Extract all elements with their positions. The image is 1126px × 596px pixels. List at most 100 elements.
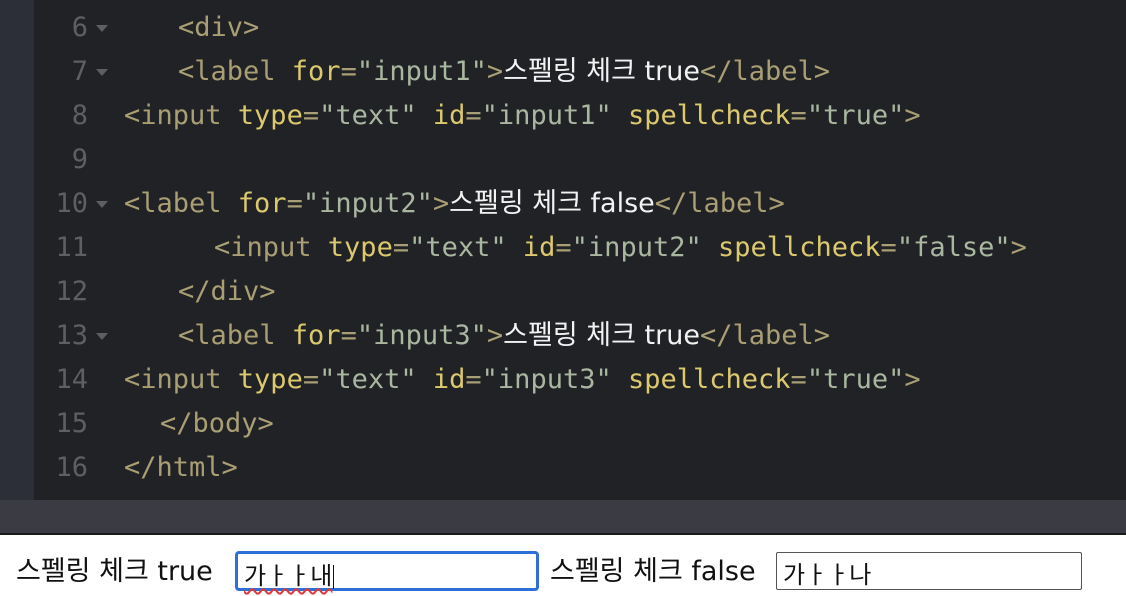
code-token: "input1" — [481, 100, 628, 131]
code-token: > — [1010, 232, 1027, 263]
code-token: > — [904, 364, 921, 395]
code-token: 스펠링 체크 false — [449, 188, 655, 219]
code-editor[interactable]: 6 <div> 7 <label for="input1">스펠링 체크 true</… — [0, 0, 1126, 500]
code-token: type — [327, 232, 393, 263]
code-token: = — [465, 100, 482, 131]
line-number: 11 — [55, 232, 88, 263]
code-token: "input1" — [356, 56, 487, 87]
line-number: 13 — [55, 320, 88, 351]
code-token: "true" — [806, 364, 905, 395]
code-content: <label for="input1">스펠링 체크 true</label> — [178, 50, 830, 94]
code-token: id — [432, 364, 466, 395]
code-token: <label — [124, 188, 238, 219]
line-number: 16 — [55, 452, 88, 483]
line-number: 10 — [55, 188, 88, 219]
code-token: type — [237, 100, 303, 131]
code-token: = — [465, 364, 482, 395]
fold-arrow-icon[interactable] — [94, 182, 110, 226]
code-token: "true" — [806, 100, 905, 131]
line-number: 14 — [55, 364, 88, 395]
code-token: type — [237, 364, 303, 395]
code-token: = — [555, 232, 572, 263]
editor-left-gutter — [0, 0, 34, 500]
code-line[interactable]: 10 <label for="input2">스펠링 체크 false</labe… — [34, 182, 1126, 226]
code-token: "input2" — [302, 188, 433, 219]
code-token: </label> — [699, 56, 830, 87]
code-token: "input3" — [356, 320, 487, 351]
code-token: for — [291, 56, 341, 87]
code-token: "text" — [319, 364, 433, 395]
fold-arrow-icon[interactable] — [94, 6, 110, 50]
code-token: </label> — [654, 188, 785, 219]
line-number: 12 — [55, 276, 88, 307]
code-token: <input — [124, 100, 238, 131]
code-content: <label for="input3">스펠링 체크 true</label> — [178, 314, 830, 358]
fold-arrow-icon[interactable] — [94, 50, 110, 94]
code-token: > — [904, 100, 921, 131]
code-token: </div> — [178, 276, 276, 307]
label-input2[interactable]: 스펠링 체크 false — [550, 549, 756, 588]
code-token: = — [302, 100, 320, 131]
input1-field[interactable]: 가ㅏㅏ내 — [236, 552, 538, 590]
text-caret — [333, 565, 335, 589]
line-number: 8 — [71, 100, 88, 131]
code-line[interactable]: 7 <label for="input1">스펠링 체크 true</label> — [34, 50, 1126, 94]
input2-field[interactable]: 가ㅏㅏ나 — [776, 552, 1082, 590]
code-content: <input type="text" id="input1" spellchec… — [124, 94, 921, 138]
code-token: > — [486, 56, 504, 87]
code-token: <input — [214, 232, 328, 263]
code-token: 스펠링 체크 true — [503, 56, 700, 87]
code-token: id — [522, 232, 556, 263]
code-token: "false" — [896, 232, 1011, 263]
code-line[interactable]: 16 </html> — [34, 446, 1126, 490]
code-content: <label for="input2">스펠링 체크 false</label> — [124, 182, 785, 226]
code-token: = — [880, 232, 897, 263]
line-number: 7 — [71, 56, 88, 87]
code-token: spellcheck — [627, 364, 791, 395]
code-token: spellcheck — [717, 232, 881, 263]
code-token: 스펠링 체크 true — [503, 320, 700, 351]
fold-arrow-icon[interactable] — [94, 314, 110, 358]
code-line[interactable]: 9 — [34, 138, 1126, 182]
code-line[interactable]: 8 <input type="text" id="input1" spellche… — [34, 94, 1126, 138]
code-content: </body> — [160, 402, 274, 446]
label-input1[interactable]: 스펠링 체크 true — [16, 549, 213, 588]
code-content: <input type="text" id="input3" spellchec… — [124, 358, 921, 402]
code-token: "text" — [319, 100, 433, 131]
preview-pane: 스펠링 체크 true 가ㅏㅏ내 스펠링 체크 false 가ㅏㅏ나 — [0, 535, 1126, 596]
code-token: "input2" — [571, 232, 718, 263]
code-token: <input — [124, 364, 238, 395]
code-token: </html> — [124, 452, 238, 483]
editor-bottom-bar — [0, 500, 1126, 534]
code-line[interactable]: 12 </div> — [34, 270, 1126, 314]
code-token: = — [340, 320, 357, 351]
code-content: <div> — [178, 6, 259, 50]
code-token: = — [286, 188, 303, 219]
code-token: for — [237, 188, 287, 219]
code-token: = — [302, 364, 320, 395]
input2-value: 가ㅏㅏ나 — [783, 561, 872, 589]
code-line[interactable]: 11 <input type="text" id="input2" spellch… — [34, 226, 1126, 270]
line-number: 9 — [71, 144, 88, 175]
code-line[interactable]: 15 </body> — [34, 402, 1126, 446]
code-content: </html> — [124, 446, 238, 490]
code-token: > — [486, 320, 504, 351]
code-token: <label — [178, 320, 292, 351]
code-token: </label> — [699, 320, 830, 351]
code-token: = — [392, 232, 410, 263]
code-line[interactable]: 14 <input type="text" id="input3" spellch… — [34, 358, 1126, 402]
code-content: </div> — [178, 270, 276, 314]
code-token: for — [291, 320, 341, 351]
code-token: = — [340, 56, 357, 87]
code-line[interactable]: 6 <div> — [34, 6, 1126, 50]
code-token: <div> — [178, 12, 260, 43]
code-content: <input type="text" id="input2" spellchec… — [214, 226, 1027, 270]
code-token: = — [790, 100, 807, 131]
line-number: 6 — [71, 12, 88, 43]
line-number: 15 — [55, 408, 88, 439]
code-token: <label — [178, 56, 292, 87]
code-area[interactable]: 6 <div> 7 <label for="input1">스펠링 체크 true</… — [34, 0, 1126, 500]
code-line[interactable]: 13 <label for="input3">스펠링 체크 true</label… — [34, 314, 1126, 358]
code-token: id — [432, 100, 466, 131]
code-token: > — [432, 188, 450, 219]
